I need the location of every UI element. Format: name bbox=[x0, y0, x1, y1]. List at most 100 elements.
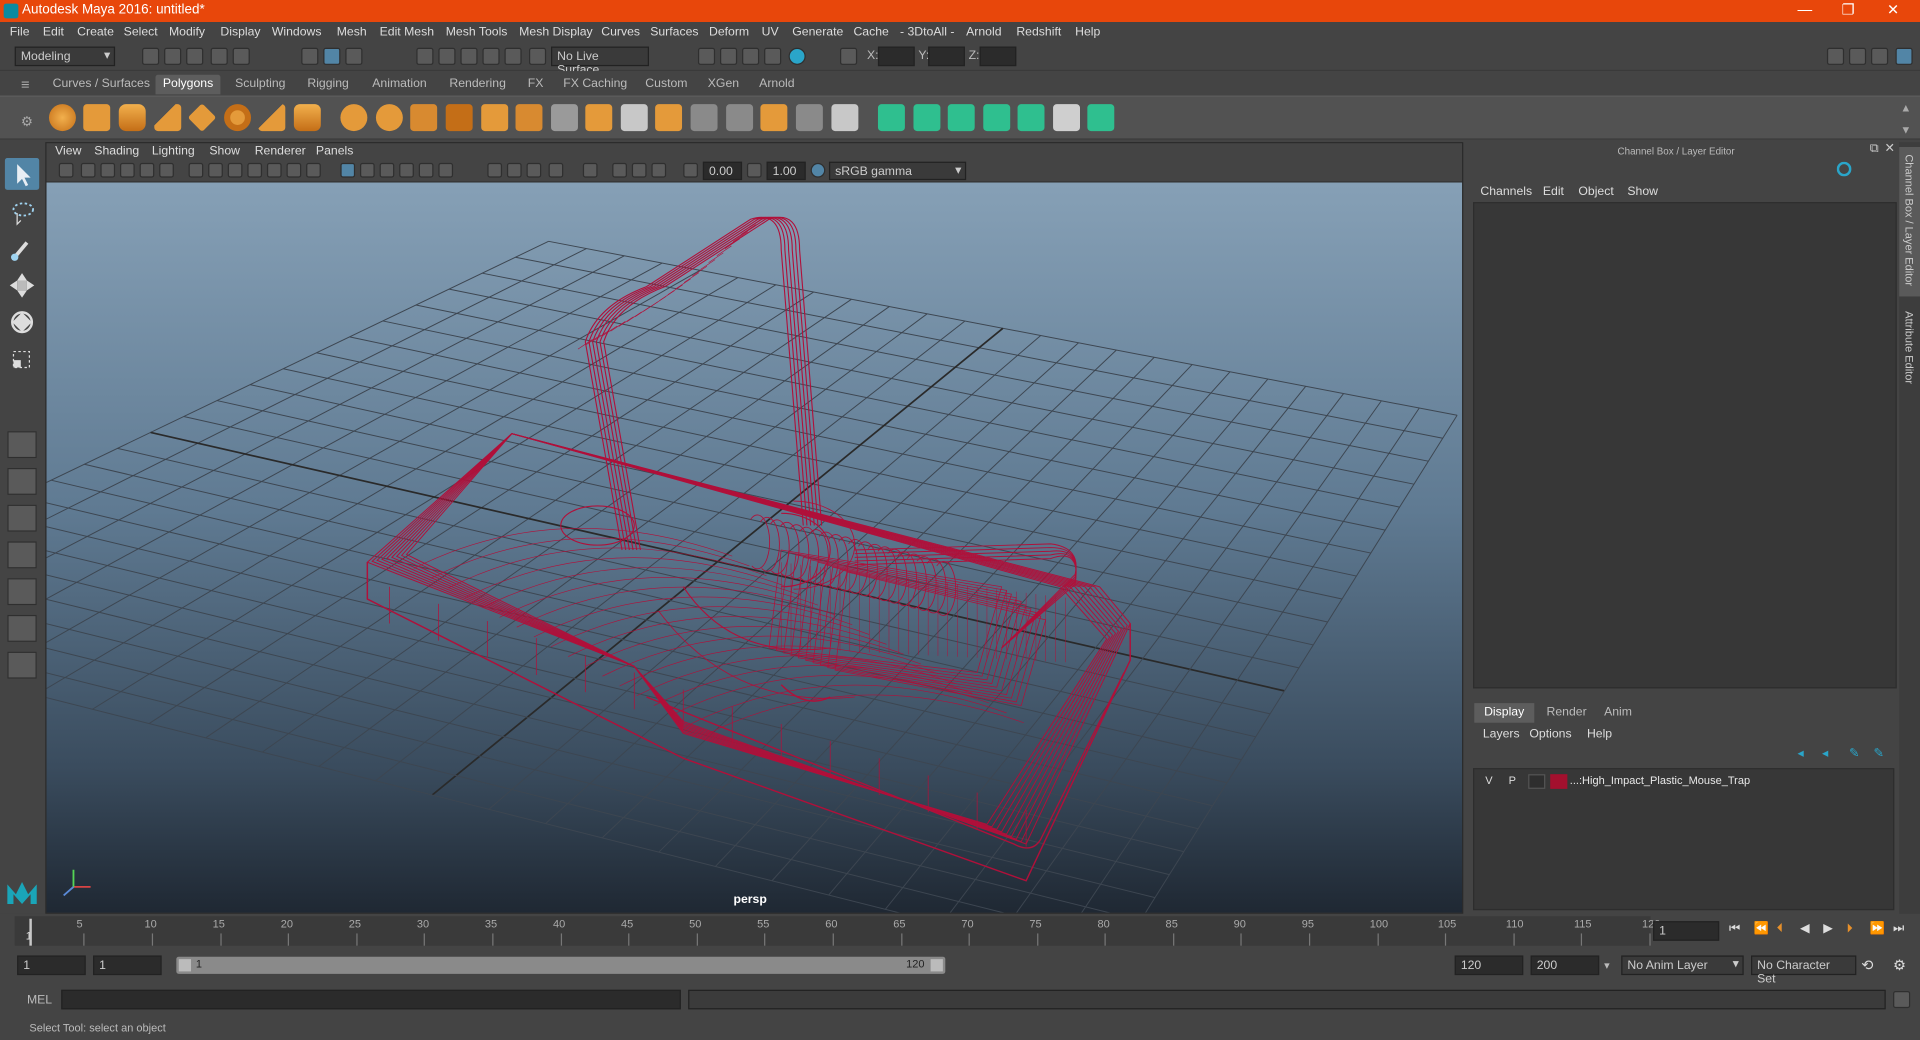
extrude-icon[interactable] bbox=[585, 104, 613, 132]
append-icon[interactable] bbox=[690, 104, 718, 132]
new-layer-icon[interactable]: ✎ bbox=[1849, 747, 1859, 760]
vp-menu-renderer[interactable]: Renderer bbox=[255, 145, 306, 158]
mouse-trap-wireframe-mesh[interactable] bbox=[366, 216, 1131, 882]
safe-title-icon[interactable] bbox=[306, 162, 321, 178]
tab-render[interactable]: Render bbox=[1537, 703, 1597, 723]
symmetry-icon[interactable] bbox=[1087, 104, 1115, 132]
poly-cube-icon[interactable] bbox=[83, 104, 111, 132]
safe-action-icon[interactable] bbox=[286, 162, 302, 178]
layer-menu-options[interactable]: Options bbox=[1529, 728, 1571, 741]
move-layer-down-icon[interactable]: ◂ bbox=[1822, 747, 1828, 760]
animation-end-field[interactable]: 200 bbox=[1530, 955, 1600, 976]
vp-menu-lighting[interactable]: Lighting bbox=[152, 145, 195, 158]
target-weld-icon[interactable] bbox=[795, 104, 823, 132]
poly-plane-icon[interactable] bbox=[187, 103, 217, 132]
uv-planar-icon[interactable] bbox=[877, 104, 905, 132]
layer-menu-layers[interactable]: Layers bbox=[1483, 728, 1520, 741]
z-field[interactable] bbox=[979, 46, 1017, 67]
snap-view-plane-icon[interactable] bbox=[482, 47, 500, 65]
gamma-field[interactable]: 1.00 bbox=[766, 161, 806, 181]
render-frame-icon[interactable] bbox=[720, 47, 738, 65]
layer-color-swatch[interactable] bbox=[1550, 774, 1568, 789]
float-panel-icon[interactable]: ⧉ bbox=[1870, 142, 1879, 155]
tab-sculpting[interactable]: Sculpting bbox=[228, 75, 293, 95]
persp-outliner-layout-button[interactable] bbox=[7, 578, 37, 606]
move-tool[interactable] bbox=[5, 269, 39, 301]
color-wheel-icon[interactable] bbox=[1836, 161, 1852, 177]
shadows-icon[interactable] bbox=[438, 162, 454, 178]
live-surface-field[interactable]: No Live Surface bbox=[551, 46, 649, 77]
tab-attribute-editor[interactable]: Attribute Editor bbox=[1899, 304, 1920, 397]
combine-icon[interactable] bbox=[340, 104, 368, 132]
fill-hole-icon[interactable] bbox=[726, 104, 754, 132]
poly-pipe-icon[interactable] bbox=[293, 104, 321, 132]
smooth-icon[interactable] bbox=[445, 104, 473, 132]
poly-pyramid-icon[interactable] bbox=[258, 104, 286, 132]
step-back-key-icon[interactable]: ⏪ bbox=[1753, 922, 1768, 935]
layer-menu-help[interactable]: Help bbox=[1587, 728, 1612, 741]
go-to-end-icon[interactable]: ⏭ bbox=[1893, 922, 1904, 935]
menu-select[interactable]: Select bbox=[124, 26, 158, 39]
grid-toggle-icon[interactable] bbox=[188, 162, 204, 178]
layer-visibility-toggle[interactable]: V bbox=[1485, 774, 1492, 786]
bevel-icon[interactable] bbox=[655, 104, 683, 132]
cb-menu-channels[interactable]: Channels bbox=[1480, 185, 1532, 198]
x-field[interactable] bbox=[877, 46, 915, 67]
tab-anim[interactable]: Anim bbox=[1594, 703, 1642, 723]
depth-of-field-icon[interactable] bbox=[548, 162, 564, 178]
menu-arnold[interactable]: Arnold bbox=[966, 26, 1001, 39]
snap-curve-icon[interactable] bbox=[438, 47, 456, 65]
color-space-dropdown[interactable]: sRGB gamma ▾ bbox=[828, 161, 967, 181]
select-tool[interactable] bbox=[4, 158, 40, 190]
hypershade-icon[interactable] bbox=[788, 47, 806, 65]
outliner-graph-layout-button[interactable] bbox=[7, 614, 37, 642]
wireframe-on-shaded-icon[interactable] bbox=[379, 162, 395, 178]
rotate-tool[interactable] bbox=[5, 306, 39, 338]
multi-cut-icon[interactable] bbox=[551, 104, 578, 132]
menu-file[interactable]: File bbox=[10, 26, 30, 39]
attribute-editor-icon[interactable] bbox=[1848, 47, 1867, 65]
channel-box-body[interactable] bbox=[1473, 202, 1897, 689]
image-plane-icon[interactable] bbox=[120, 162, 135, 178]
new-layer-selected-icon[interactable]: ✎ bbox=[1873, 747, 1883, 760]
redo-icon[interactable] bbox=[232, 47, 250, 65]
range-end-handle[interactable] bbox=[930, 959, 943, 972]
menu-deform[interactable]: Deform bbox=[709, 26, 749, 39]
perspective-viewport[interactable]: View Shading Lighting Show Renderer Pane… bbox=[45, 142, 1464, 914]
playback-start-field[interactable]: 1 bbox=[93, 955, 162, 976]
exposure-icon[interactable] bbox=[683, 162, 698, 178]
auto-key-icon[interactable]: ⟲ bbox=[1861, 957, 1873, 974]
exposure-field[interactable]: 0.00 bbox=[702, 161, 743, 181]
y-field[interactable] bbox=[928, 46, 965, 67]
color-management-icon[interactable] bbox=[810, 162, 826, 178]
mirror-icon[interactable] bbox=[515, 104, 543, 132]
menu-3dtoall[interactable]: - 3DtoAll - bbox=[900, 26, 954, 39]
paint-select-tool[interactable] bbox=[5, 233, 39, 265]
close-button[interactable]: ✕ bbox=[1887, 1, 1899, 18]
step-forward-frame-icon[interactable]: ⏵ bbox=[1847, 922, 1853, 935]
new-scene-icon[interactable] bbox=[142, 47, 160, 65]
play-forward-icon[interactable]: ▶ bbox=[1823, 922, 1832, 935]
snap-point-icon[interactable] bbox=[460, 47, 478, 65]
quad-draw-icon[interactable] bbox=[831, 104, 859, 132]
grease-pencil-icon[interactable] bbox=[159, 162, 174, 178]
tab-display[interactable]: Display bbox=[1474, 703, 1535, 723]
use-all-lights-icon[interactable] bbox=[418, 162, 434, 178]
ipr-render-icon[interactable] bbox=[742, 47, 760, 65]
bookmark-icon[interactable] bbox=[100, 162, 116, 178]
xray-components-icon[interactable] bbox=[651, 162, 667, 178]
current-frame-field[interactable]: 1 bbox=[1653, 921, 1720, 941]
step-forward-key-icon[interactable]: ⏩ bbox=[1870, 922, 1885, 935]
camera-attributes-icon[interactable] bbox=[80, 162, 96, 178]
cb-menu-show[interactable]: Show bbox=[1627, 185, 1658, 198]
tab-fx-caching[interactable]: FX Caching bbox=[556, 75, 635, 95]
persp-graph-layout-button[interactable] bbox=[7, 541, 37, 569]
menu-mesh[interactable]: Mesh bbox=[337, 26, 367, 39]
custom-layout-button[interactable] bbox=[7, 651, 37, 679]
wireframe-icon[interactable] bbox=[340, 162, 356, 178]
render-view-icon[interactable] bbox=[697, 47, 716, 65]
scale-tool[interactable] bbox=[5, 343, 39, 375]
tool-settings-icon[interactable] bbox=[1871, 47, 1889, 65]
anim-layer-dropdown[interactable]: No Anim Layer ▾ bbox=[1621, 955, 1744, 976]
poly-cylinder-icon[interactable] bbox=[118, 104, 146, 132]
